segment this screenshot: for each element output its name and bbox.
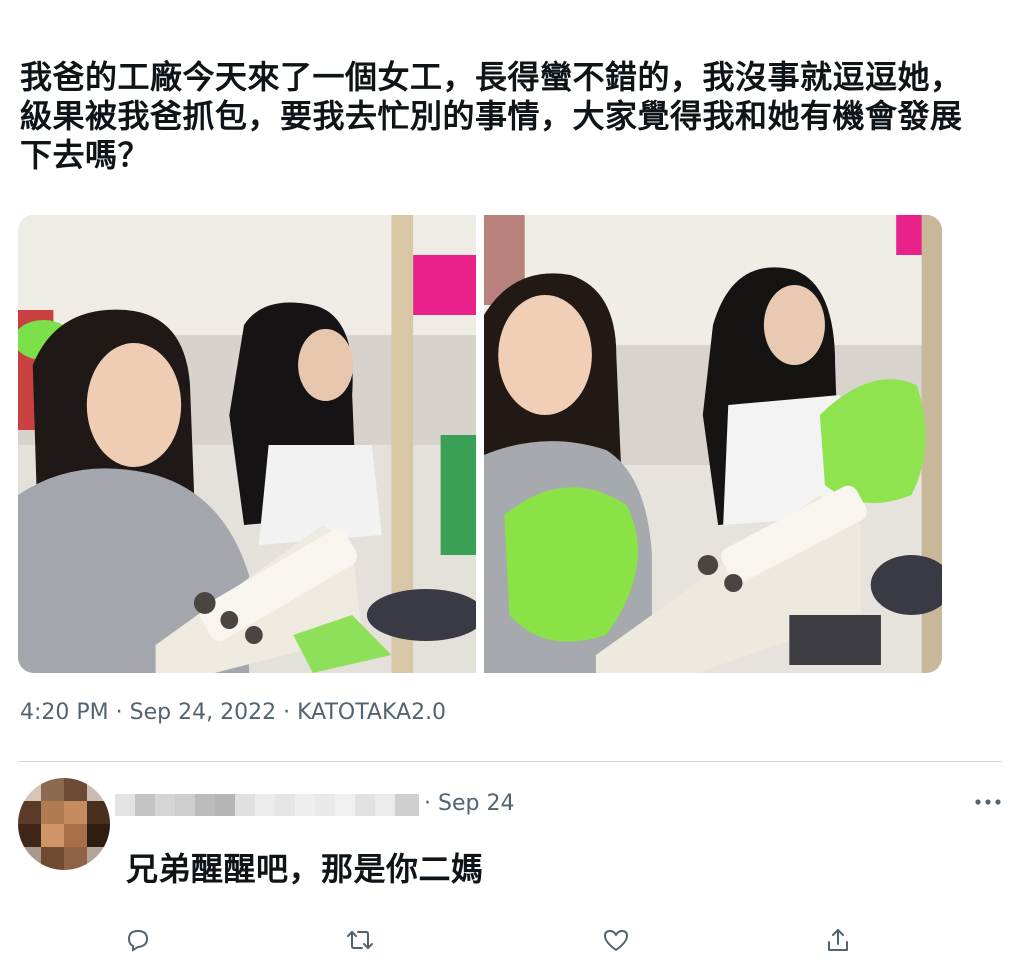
like-icon[interactable] bbox=[596, 922, 636, 958]
reply-date[interactable]: · Sep 24 bbox=[424, 791, 514, 816]
photo-sewing-workshop-right bbox=[484, 215, 942, 673]
divider bbox=[18, 761, 1002, 762]
tweet-text: 我爸的工廠今天來了一個女工，長得蠻不錯的，我沒事就逗逗她，級果被我爸抓包，要我去… bbox=[20, 58, 963, 174]
meta-separator: · bbox=[276, 700, 298, 725]
blurred-username[interactable] bbox=[115, 794, 419, 816]
pixelated-avatar-icon bbox=[18, 778, 110, 870]
share-icon[interactable] bbox=[818, 922, 858, 958]
tweet-time[interactable]: 4:20 PM bbox=[20, 700, 109, 725]
reply-icon[interactable] bbox=[118, 922, 158, 958]
reply-text: 兄弟醒醒吧，那是你二媽 bbox=[126, 850, 484, 888]
tweet-date[interactable]: Sep 24, 2022 bbox=[130, 700, 276, 725]
blurred-name-icon bbox=[115, 794, 419, 816]
tweet-photo-left[interactable] bbox=[18, 215, 476, 673]
meta-separator: · bbox=[108, 700, 130, 725]
retweet-icon[interactable] bbox=[340, 922, 380, 958]
tweet-media-grid[interactable] bbox=[18, 215, 942, 673]
photo-sewing-workshop-left bbox=[18, 215, 476, 673]
avatar[interactable] bbox=[18, 778, 110, 870]
more-options-icon[interactable] bbox=[972, 790, 1004, 814]
tweet-source[interactable]: KATOTAKA2.0 bbox=[297, 700, 446, 725]
tweet-metadata: 4:20 PM · Sep 24, 2022 · KATOTAKA2.0 bbox=[20, 700, 446, 725]
tweet-photo-right[interactable] bbox=[484, 215, 942, 673]
